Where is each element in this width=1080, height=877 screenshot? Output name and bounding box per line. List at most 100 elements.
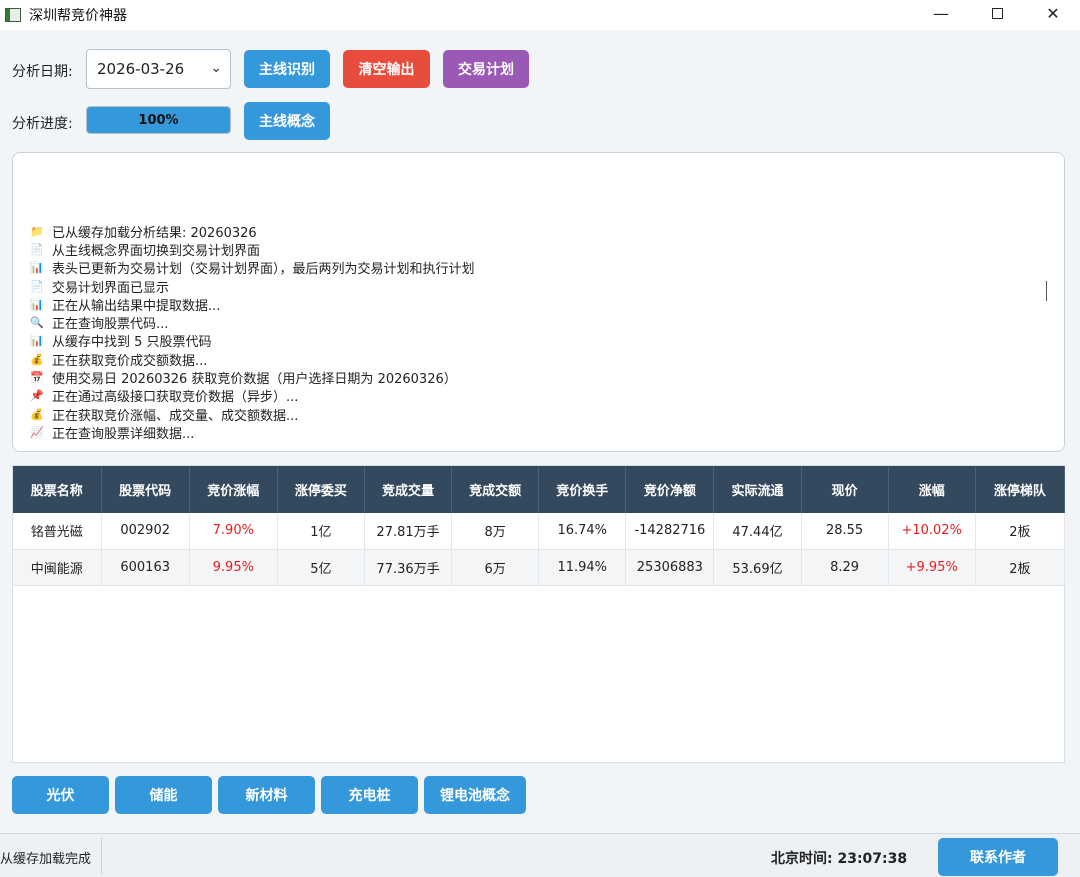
column-header[interactable]: 竞价换手 [538,466,627,513]
table-cell: 53.69亿 [713,549,802,586]
log-text: 表头已更新为交易计划（交易计划界面），最后两列为交易计划和执行计划 [52,262,475,278]
table-cell: 11.94% [538,549,627,586]
stock-table: 股票名称 股票代码 竞价涨幅 涨停委买 竞成交量 竞成交额 竞价换手 竞价净额 实际流通 现价 涨幅… [13,466,1066,586]
table-cell: 28.55 [801,513,889,550]
log-text: 从缓存中找到 5 只股票代码 [52,335,212,351]
stock-table-container[interactable]: 股票名称 股票代码 竞价涨幅 涨停委买 竞成交量 竞成交额 竞价换手 竞价净额 实际流通 现价 涨幅… [12,465,1066,763]
table-cell: 600163 [101,549,190,586]
log-line: 📅 使用交易日 20260326 获取竞价数据（用户选择日期为 20260326） [30,368,475,387]
table-row[interactable]: 中闽能源 600163 9.95% 5亿 77.36万手 6万 11.94% 25306883… [13,549,1066,586]
column-header[interactable]: 股票名称 [13,466,102,513]
column-header[interactable]: 竞价涨幅 [189,466,278,513]
column-header[interactable]: 竞成交额 [451,466,540,513]
log-line: 📊 正在从输出结果中提取数据... [30,295,475,314]
date-label: 分析日期: [12,64,73,80]
column-header[interactable]: 涨停梯队 [975,466,1066,513]
contact-author-button[interactable]: 联系作者 [938,838,1058,876]
log-text: 正在查询股票详细数据... [52,426,195,442]
column-header[interactable]: 竞成交量 [364,466,453,513]
log-text: 从主线概念界面切换到交易计划界面 [52,243,261,259]
pushpin-icon: 📌 [30,389,44,403]
maximize-button[interactable] [969,0,1025,26]
status-message: 从缓存加载完成 [0,852,92,867]
log-line: 📊 表头已更新为交易计划（交易计划界面），最后两列为交易计划和执行计划 [30,259,475,277]
close-button[interactable]: ✕ [1025,0,1080,26]
table-cell: 2板 [975,549,1066,586]
memo-icon: 📄 [30,279,44,293]
column-header[interactable]: 涨幅 [888,466,976,513]
table-cell: 5亿 [277,549,365,586]
table-cell: 铭普光磁 [13,513,102,550]
status-divider [101,838,102,874]
bar-chart-icon: 📊 [30,334,44,348]
folder-icon: 📁 [30,224,44,238]
calendar-icon: 📅 [30,371,44,385]
log-line: 🔍 正在查询股票代码... [30,313,475,332]
chevron-down-icon: ⌄ [210,60,222,76]
table-cell: 1亿 [277,513,365,550]
table-header-row: 股票名称 股票代码 竞价涨幅 涨停委买 竞成交量 竞成交额 竞价换手 竞价净额 实际流通 现价 涨幅… [13,466,1066,513]
table-cell: 6万 [451,549,540,586]
log-text: 正在获取竞价成交额数据... [52,353,208,369]
concept-button[interactable]: 锂电池概念 [424,776,526,814]
table-cell: 9.95% [189,549,278,586]
concept-button[interactable]: 光伏 [12,776,109,814]
column-header[interactable]: 股票代码 [101,466,190,513]
beijing-clock: 北京时间: 23:07:38 [771,851,908,867]
concept-button[interactable]: 新材料 [218,776,315,814]
mainline-identify-button[interactable]: 主线识别 [244,50,330,88]
close-icon: ✕ [1046,3,1060,23]
main-panel: 分析日期: 2026-03-26 ⌄ 主线识别 清空输出 交易计划 分析进度: … [0,30,1080,833]
log-line: 📄 从主线概念界面切换到交易计划界面 [30,240,475,259]
bar-chart-icon: 📊 [30,261,44,275]
log-line: 📄 交易计划界面已显示 [30,277,475,296]
table-cell: 16.74% [538,513,627,550]
log-line: 📊 从缓存中找到 5 只股票代码 [30,332,475,350]
money-bag-icon: 💰 [30,352,44,366]
memo-icon: 📄 [30,242,44,256]
table-cell: 2板 [975,513,1066,550]
bar-chart-icon: 📊 [30,297,44,311]
clear-output-button[interactable]: 清空输出 [343,50,430,88]
date-select[interactable]: 2026-03-26 ⌄ [86,49,231,89]
table-cell: 8.29 [801,549,889,586]
table-body: 铭普光磁 002902 7.90% 1亿 27.81万手 8万 16.74% -1428271… [13,513,1066,586]
minimize-button[interactable]: — [913,0,969,26]
column-header[interactable]: 竞价净额 [625,466,715,513]
maximize-icon [991,7,1003,19]
column-header[interactable]: 涨停委买 [277,466,365,513]
minimize-icon: — [933,3,949,23]
log-text: 正在从输出结果中提取数据... [52,298,221,314]
table-cell: 中闽能源 [13,549,102,586]
table-cell: 27.81万手 [364,513,453,550]
table-cell: 47.44亿 [713,513,802,550]
concept-button[interactable]: 储能 [115,776,212,814]
trade-plan-button[interactable]: 交易计划 [443,50,529,88]
table-row[interactable]: 铭普光磁 002902 7.90% 1亿 27.81万手 8万 16.74% -1428271… [13,513,1066,550]
progress-bar: 100% [86,106,231,134]
table-cell: 8万 [451,513,540,550]
log-output[interactable]: 📁 已从缓存加载分析结果: 20260326 📄 从主线概念界面切换到交易计划界面 📊 表… [12,152,1065,452]
table-cell: +9.95% [888,549,976,586]
log-text: 正在通过高级接口获取竞价数据（异步）... [52,390,299,406]
table-cell: 25306883 [625,549,715,586]
mainline-concept-button[interactable]: 主线概念 [244,102,330,140]
log-text: 已从缓存加载分析结果: 20260326 [52,225,257,241]
date-value: 2026-03-26 [97,60,185,78]
table-cell: 77.36万手 [364,549,453,586]
progress-text: 100% [138,112,179,128]
log-scrollbar[interactable] [1046,281,1047,301]
column-header[interactable]: 实际流通 [713,466,802,513]
app-icon [5,8,21,22]
column-header[interactable]: 现价 [801,466,889,513]
concept-button[interactable]: 充电桩 [321,776,418,814]
table-cell: +10.02% [888,513,976,550]
table-cell: -14282716 [625,513,715,550]
log-text: 交易计划界面已显示 [52,280,170,296]
log-line: 💰 正在获取竞价涨幅、成交量、成交额数据... [30,405,475,424]
log-line: 💰 正在获取竞价成交额数据... [30,350,475,369]
window-title: 深圳帮竞价神器 [29,8,127,24]
line-chart-icon: 📈 [30,425,44,439]
money-bag-icon: 💰 [30,407,44,421]
log-lines: 📁 已从缓存加载分析结果: 20260326 📄 从主线概念界面切换到交易计划界面 📊 表… [30,222,475,442]
